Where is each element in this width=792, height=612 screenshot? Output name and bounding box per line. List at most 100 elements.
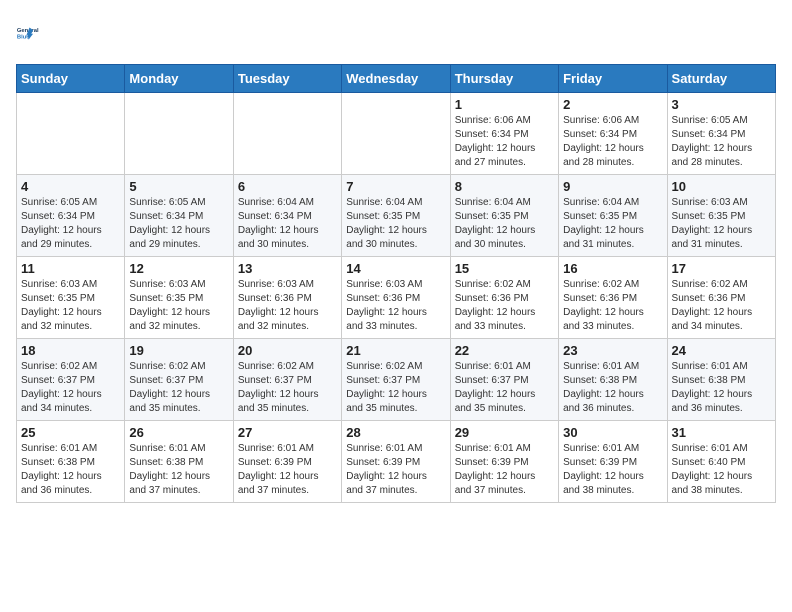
day-number: 13	[238, 261, 337, 276]
day-info: Sunrise: 6:06 AM Sunset: 6:34 PM Dayligh…	[455, 114, 554, 170]
logo: General Blue	[16, 16, 52, 52]
day-info: Sunrise: 6:01 AM Sunset: 6:38 PM Dayligh…	[672, 360, 771, 416]
calendar-header-row: SundayMondayTuesdayWednesdayThursdayFrid…	[17, 65, 776, 93]
day-info: Sunrise: 6:05 AM Sunset: 6:34 PM Dayligh…	[21, 196, 120, 252]
day-info: Sunrise: 6:01 AM Sunset: 6:37 PM Dayligh…	[455, 360, 554, 416]
calendar-cell	[233, 93, 341, 175]
calendar-cell: 28 Sunrise: 6:01 AM Sunset: 6:39 PM Dayli…	[342, 421, 450, 503]
weekday-header: Tuesday	[233, 65, 341, 93]
day-info: Sunrise: 6:03 AM Sunset: 6:35 PM Dayligh…	[21, 278, 120, 334]
calendar-cell: 11 Sunrise: 6:03 AM Sunset: 6:35 PM Dayli…	[17, 257, 125, 339]
day-number: 27	[238, 425, 337, 440]
calendar-cell: 5Sunrise: 6:05 AM Sunset: 6:34 PM Daylig…	[125, 175, 233, 257]
day-number: 11	[21, 261, 120, 276]
day-info: Sunrise: 6:02 AM Sunset: 6:37 PM Dayligh…	[346, 360, 445, 416]
day-number: 5	[129, 179, 228, 194]
day-number: 14	[346, 261, 445, 276]
day-info: Sunrise: 6:05 AM Sunset: 6:34 PM Dayligh…	[672, 114, 771, 170]
day-info: Sunrise: 6:02 AM Sunset: 6:36 PM Dayligh…	[455, 278, 554, 334]
weekday-header: Saturday	[667, 65, 775, 93]
calendar-cell: 22 Sunrise: 6:01 AM Sunset: 6:37 PM Dayli…	[450, 339, 558, 421]
day-info: Sunrise: 6:02 AM Sunset: 6:36 PM Dayligh…	[563, 278, 662, 334]
day-number: 3	[672, 97, 771, 112]
calendar-cell: 10 Sunrise: 6:03 AM Sunset: 6:35 PM Dayli…	[667, 175, 775, 257]
calendar-week-row: 11 Sunrise: 6:03 AM Sunset: 6:35 PM Dayli…	[17, 257, 776, 339]
day-number: 28	[346, 425, 445, 440]
calendar-cell: 2Sunrise: 6:06 AM Sunset: 6:34 PM Daylig…	[559, 93, 667, 175]
day-number: 9	[563, 179, 662, 194]
day-info: Sunrise: 6:04 AM Sunset: 6:34 PM Dayligh…	[238, 196, 337, 252]
weekday-header: Friday	[559, 65, 667, 93]
calendar-week-row: 18 Sunrise: 6:02 AM Sunset: 6:37 PM Dayli…	[17, 339, 776, 421]
calendar-cell: 23 Sunrise: 6:01 AM Sunset: 6:38 PM Dayli…	[559, 339, 667, 421]
day-info: Sunrise: 6:04 AM Sunset: 6:35 PM Dayligh…	[346, 196, 445, 252]
day-number: 29	[455, 425, 554, 440]
calendar-week-row: 4 Sunrise: 6:05 AM Sunset: 6:34 PM Daylig…	[17, 175, 776, 257]
day-number: 4	[21, 179, 120, 194]
day-info: Sunrise: 6:02 AM Sunset: 6:37 PM Dayligh…	[129, 360, 228, 416]
calendar-cell: 30 Sunrise: 6:01 AM Sunset: 6:39 PM Dayli…	[559, 421, 667, 503]
day-number: 1	[455, 97, 554, 112]
day-info: Sunrise: 6:02 AM Sunset: 6:37 PM Dayligh…	[238, 360, 337, 416]
calendar-cell: 17 Sunrise: 6:02 AM Sunset: 6:36 PM Dayli…	[667, 257, 775, 339]
calendar-cell	[125, 93, 233, 175]
calendar-cell: 12Sunrise: 6:03 AM Sunset: 6:35 PM Dayli…	[125, 257, 233, 339]
calendar-cell: 24 Sunrise: 6:01 AM Sunset: 6:38 PM Dayli…	[667, 339, 775, 421]
calendar-cell: 9 Sunrise: 6:04 AM Sunset: 6:35 PM Daylig…	[559, 175, 667, 257]
day-info: Sunrise: 6:01 AM Sunset: 6:39 PM Dayligh…	[346, 442, 445, 498]
day-info: Sunrise: 6:01 AM Sunset: 6:39 PM Dayligh…	[238, 442, 337, 498]
day-number: 17	[672, 261, 771, 276]
calendar-cell: 29 Sunrise: 6:01 AM Sunset: 6:39 PM Dayli…	[450, 421, 558, 503]
calendar-cell: 26 Sunrise: 6:01 AM Sunset: 6:38 PM Dayli…	[125, 421, 233, 503]
calendar-cell: 16 Sunrise: 6:02 AM Sunset: 6:36 PM Dayli…	[559, 257, 667, 339]
calendar-cell: 3 Sunrise: 6:05 AM Sunset: 6:34 PM Daylig…	[667, 93, 775, 175]
calendar-cell: 6Sunrise: 6:04 AM Sunset: 6:34 PM Daylig…	[233, 175, 341, 257]
day-info: Sunrise: 6:01 AM Sunset: 6:40 PM Dayligh…	[672, 442, 771, 498]
calendar-cell: 15Sunrise: 6:02 AM Sunset: 6:36 PM Dayli…	[450, 257, 558, 339]
day-info: Sunrise: 6:01 AM Sunset: 6:38 PM Dayligh…	[563, 360, 662, 416]
calendar-cell: 8 Sunrise: 6:04 AM Sunset: 6:35 PM Daylig…	[450, 175, 558, 257]
page-header: General Blue	[16, 16, 776, 52]
day-info: Sunrise: 6:03 AM Sunset: 6:35 PM Dayligh…	[672, 196, 771, 252]
day-number: 26	[129, 425, 228, 440]
day-number: 24	[672, 343, 771, 358]
day-info: Sunrise: 6:06 AM Sunset: 6:34 PM Dayligh…	[563, 114, 662, 170]
calendar-cell: 21 Sunrise: 6:02 AM Sunset: 6:37 PM Dayli…	[342, 339, 450, 421]
day-number: 22	[455, 343, 554, 358]
calendar-cell: 1 Sunrise: 6:06 AM Sunset: 6:34 PM Daylig…	[450, 93, 558, 175]
day-info: Sunrise: 6:01 AM Sunset: 6:38 PM Dayligh…	[129, 442, 228, 498]
weekday-header: Monday	[125, 65, 233, 93]
day-info: Sunrise: 6:03 AM Sunset: 6:36 PM Dayligh…	[346, 278, 445, 334]
day-number: 16	[563, 261, 662, 276]
calendar-cell: 18 Sunrise: 6:02 AM Sunset: 6:37 PM Dayli…	[17, 339, 125, 421]
day-number: 23	[563, 343, 662, 358]
weekday-header: Wednesday	[342, 65, 450, 93]
day-number: 8	[455, 179, 554, 194]
day-info: Sunrise: 6:01 AM Sunset: 6:39 PM Dayligh…	[563, 442, 662, 498]
calendar-table: SundayMondayTuesdayWednesdayThursdayFrid…	[16, 64, 776, 503]
day-number: 31	[672, 425, 771, 440]
day-number: 21	[346, 343, 445, 358]
day-info: Sunrise: 6:01 AM Sunset: 6:39 PM Dayligh…	[455, 442, 554, 498]
day-info: Sunrise: 6:04 AM Sunset: 6:35 PM Dayligh…	[563, 196, 662, 252]
calendar-cell: 7Sunrise: 6:04 AM Sunset: 6:35 PM Daylig…	[342, 175, 450, 257]
weekday-header: Thursday	[450, 65, 558, 93]
day-number: 12	[129, 261, 228, 276]
logo-icon: General Blue	[16, 16, 52, 52]
day-info: Sunrise: 6:01 AM Sunset: 6:38 PM Dayligh…	[21, 442, 120, 498]
calendar-week-row: 25Sunrise: 6:01 AM Sunset: 6:38 PM Dayli…	[17, 421, 776, 503]
calendar-cell	[17, 93, 125, 175]
calendar-cell: 14 Sunrise: 6:03 AM Sunset: 6:36 PM Dayli…	[342, 257, 450, 339]
calendar-cell: 27 Sunrise: 6:01 AM Sunset: 6:39 PM Dayli…	[233, 421, 341, 503]
calendar-cell: 19 Sunrise: 6:02 AM Sunset: 6:37 PM Dayli…	[125, 339, 233, 421]
day-number: 19	[129, 343, 228, 358]
day-number: 30	[563, 425, 662, 440]
day-number: 10	[672, 179, 771, 194]
day-info: Sunrise: 6:03 AM Sunset: 6:36 PM Dayligh…	[238, 278, 337, 334]
calendar-cell	[342, 93, 450, 175]
day-info: Sunrise: 6:02 AM Sunset: 6:37 PM Dayligh…	[21, 360, 120, 416]
day-info: Sunrise: 6:02 AM Sunset: 6:36 PM Dayligh…	[672, 278, 771, 334]
day-info: Sunrise: 6:04 AM Sunset: 6:35 PM Dayligh…	[455, 196, 554, 252]
calendar-cell: 25Sunrise: 6:01 AM Sunset: 6:38 PM Dayli…	[17, 421, 125, 503]
day-number: 18	[21, 343, 120, 358]
